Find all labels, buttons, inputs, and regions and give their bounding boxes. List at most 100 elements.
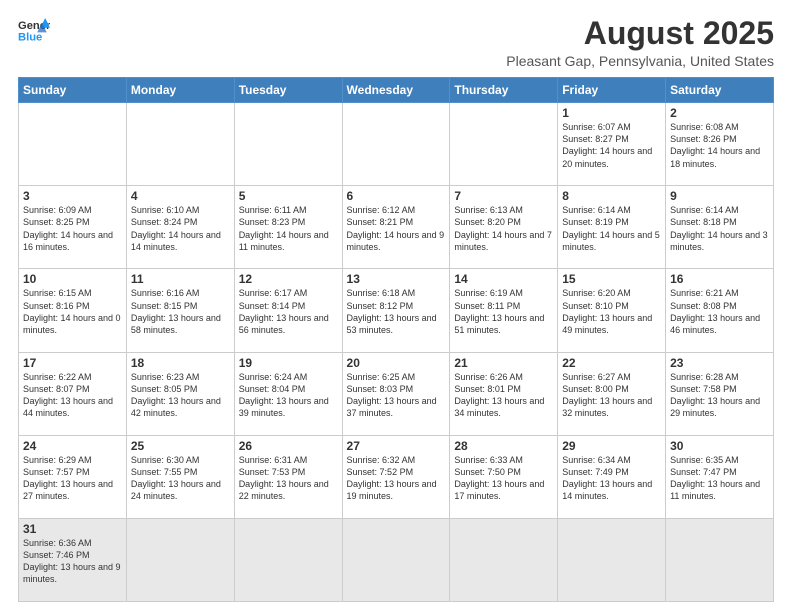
svg-text:Blue: Blue <box>18 31 42 43</box>
calendar-cell: 18Sunrise: 6:23 AM Sunset: 8:05 PM Dayli… <box>126 352 234 435</box>
day-number: 15 <box>562 272 661 286</box>
calendar-cell: 7Sunrise: 6:13 AM Sunset: 8:20 PM Daylig… <box>450 186 558 269</box>
day-number: 25 <box>131 439 230 453</box>
day-number: 14 <box>454 272 553 286</box>
day-info: Sunrise: 6:31 AM Sunset: 7:53 PM Dayligh… <box>239 454 338 503</box>
calendar-week-5: 31Sunrise: 6:36 AM Sunset: 7:46 PM Dayli… <box>19 518 774 601</box>
calendar-cell: 23Sunrise: 6:28 AM Sunset: 7:58 PM Dayli… <box>666 352 774 435</box>
day-number: 1 <box>562 106 661 120</box>
page: General Blue August 2025 Pleasant Gap, P… <box>0 0 792 612</box>
day-number: 9 <box>670 189 769 203</box>
day-number: 27 <box>347 439 446 453</box>
day-number: 24 <box>23 439 122 453</box>
subtitle: Pleasant Gap, Pennsylvania, United State… <box>506 53 774 69</box>
calendar-table: Sunday Monday Tuesday Wednesday Thursday… <box>18 77 774 602</box>
calendar-cell <box>342 103 450 186</box>
calendar-cell: 31Sunrise: 6:36 AM Sunset: 7:46 PM Dayli… <box>19 518 127 601</box>
calendar-cell <box>234 518 342 601</box>
day-info: Sunrise: 6:24 AM Sunset: 8:04 PM Dayligh… <box>239 371 338 420</box>
day-info: Sunrise: 6:21 AM Sunset: 8:08 PM Dayligh… <box>670 287 769 336</box>
day-number: 7 <box>454 189 553 203</box>
col-sunday: Sunday <box>19 78 127 103</box>
day-number: 23 <box>670 356 769 370</box>
day-number: 3 <box>23 189 122 203</box>
day-info: Sunrise: 6:33 AM Sunset: 7:50 PM Dayligh… <box>454 454 553 503</box>
calendar-cell: 9Sunrise: 6:14 AM Sunset: 8:18 PM Daylig… <box>666 186 774 269</box>
day-number: 16 <box>670 272 769 286</box>
calendar-cell: 1Sunrise: 6:07 AM Sunset: 8:27 PM Daylig… <box>558 103 666 186</box>
calendar-cell: 10Sunrise: 6:15 AM Sunset: 8:16 PM Dayli… <box>19 269 127 352</box>
calendar-cell <box>234 103 342 186</box>
calendar-cell: 16Sunrise: 6:21 AM Sunset: 8:08 PM Dayli… <box>666 269 774 352</box>
calendar-cell: 6Sunrise: 6:12 AM Sunset: 8:21 PM Daylig… <box>342 186 450 269</box>
calendar-cell: 24Sunrise: 6:29 AM Sunset: 7:57 PM Dayli… <box>19 435 127 518</box>
day-number: 5 <box>239 189 338 203</box>
calendar-cell <box>450 518 558 601</box>
calendar-cell <box>126 103 234 186</box>
day-info: Sunrise: 6:17 AM Sunset: 8:14 PM Dayligh… <box>239 287 338 336</box>
day-info: Sunrise: 6:15 AM Sunset: 8:16 PM Dayligh… <box>23 287 122 336</box>
calendar-week-2: 10Sunrise: 6:15 AM Sunset: 8:16 PM Dayli… <box>19 269 774 352</box>
day-number: 29 <box>562 439 661 453</box>
day-number: 8 <box>562 189 661 203</box>
calendar-cell: 19Sunrise: 6:24 AM Sunset: 8:04 PM Dayli… <box>234 352 342 435</box>
main-title: August 2025 <box>506 16 774 51</box>
calendar-body: 1Sunrise: 6:07 AM Sunset: 8:27 PM Daylig… <box>19 103 774 602</box>
day-number: 4 <box>131 189 230 203</box>
day-number: 10 <box>23 272 122 286</box>
day-number: 18 <box>131 356 230 370</box>
calendar-cell: 21Sunrise: 6:26 AM Sunset: 8:01 PM Dayli… <box>450 352 558 435</box>
day-info: Sunrise: 6:22 AM Sunset: 8:07 PM Dayligh… <box>23 371 122 420</box>
calendar-cell <box>19 103 127 186</box>
day-info: Sunrise: 6:14 AM Sunset: 8:19 PM Dayligh… <box>562 204 661 253</box>
logo-icon: General Blue <box>18 16 50 44</box>
calendar-cell <box>558 518 666 601</box>
calendar-header: Sunday Monday Tuesday Wednesday Thursday… <box>19 78 774 103</box>
calendar-cell: 28Sunrise: 6:33 AM Sunset: 7:50 PM Dayli… <box>450 435 558 518</box>
day-info: Sunrise: 6:25 AM Sunset: 8:03 PM Dayligh… <box>347 371 446 420</box>
calendar-cell <box>666 518 774 601</box>
calendar-cell: 25Sunrise: 6:30 AM Sunset: 7:55 PM Dayli… <box>126 435 234 518</box>
col-monday: Monday <box>126 78 234 103</box>
day-number: 31 <box>23 522 122 536</box>
day-info: Sunrise: 6:19 AM Sunset: 8:11 PM Dayligh… <box>454 287 553 336</box>
day-info: Sunrise: 6:13 AM Sunset: 8:20 PM Dayligh… <box>454 204 553 253</box>
day-info: Sunrise: 6:36 AM Sunset: 7:46 PM Dayligh… <box>23 537 122 586</box>
day-info: Sunrise: 6:08 AM Sunset: 8:26 PM Dayligh… <box>670 121 769 170</box>
calendar-cell: 30Sunrise: 6:35 AM Sunset: 7:47 PM Dayli… <box>666 435 774 518</box>
day-info: Sunrise: 6:10 AM Sunset: 8:24 PM Dayligh… <box>131 204 230 253</box>
day-number: 26 <box>239 439 338 453</box>
day-info: Sunrise: 6:18 AM Sunset: 8:12 PM Dayligh… <box>347 287 446 336</box>
calendar-cell: 13Sunrise: 6:18 AM Sunset: 8:12 PM Dayli… <box>342 269 450 352</box>
calendar-cell <box>342 518 450 601</box>
calendar-cell: 8Sunrise: 6:14 AM Sunset: 8:19 PM Daylig… <box>558 186 666 269</box>
calendar-cell: 3Sunrise: 6:09 AM Sunset: 8:25 PM Daylig… <box>19 186 127 269</box>
calendar-cell: 5Sunrise: 6:11 AM Sunset: 8:23 PM Daylig… <box>234 186 342 269</box>
day-info: Sunrise: 6:32 AM Sunset: 7:52 PM Dayligh… <box>347 454 446 503</box>
calendar-cell: 22Sunrise: 6:27 AM Sunset: 8:00 PM Dayli… <box>558 352 666 435</box>
calendar-cell <box>450 103 558 186</box>
header: General Blue August 2025 Pleasant Gap, P… <box>18 16 774 69</box>
col-tuesday: Tuesday <box>234 78 342 103</box>
day-info: Sunrise: 6:12 AM Sunset: 8:21 PM Dayligh… <box>347 204 446 253</box>
day-info: Sunrise: 6:09 AM Sunset: 8:25 PM Dayligh… <box>23 204 122 253</box>
header-row: Sunday Monday Tuesday Wednesday Thursday… <box>19 78 774 103</box>
day-info: Sunrise: 6:28 AM Sunset: 7:58 PM Dayligh… <box>670 371 769 420</box>
day-number: 2 <box>670 106 769 120</box>
calendar-cell: 4Sunrise: 6:10 AM Sunset: 8:24 PM Daylig… <box>126 186 234 269</box>
day-info: Sunrise: 6:29 AM Sunset: 7:57 PM Dayligh… <box>23 454 122 503</box>
day-info: Sunrise: 6:16 AM Sunset: 8:15 PM Dayligh… <box>131 287 230 336</box>
day-info: Sunrise: 6:11 AM Sunset: 8:23 PM Dayligh… <box>239 204 338 253</box>
day-info: Sunrise: 6:14 AM Sunset: 8:18 PM Dayligh… <box>670 204 769 253</box>
calendar-cell: 11Sunrise: 6:16 AM Sunset: 8:15 PM Dayli… <box>126 269 234 352</box>
day-number: 21 <box>454 356 553 370</box>
calendar-cell: 14Sunrise: 6:19 AM Sunset: 8:11 PM Dayli… <box>450 269 558 352</box>
calendar-week-1: 3Sunrise: 6:09 AM Sunset: 8:25 PM Daylig… <box>19 186 774 269</box>
col-wednesday: Wednesday <box>342 78 450 103</box>
col-friday: Friday <box>558 78 666 103</box>
calendar-week-3: 17Sunrise: 6:22 AM Sunset: 8:07 PM Dayli… <box>19 352 774 435</box>
day-number: 13 <box>347 272 446 286</box>
day-number: 22 <box>562 356 661 370</box>
day-info: Sunrise: 6:34 AM Sunset: 7:49 PM Dayligh… <box>562 454 661 503</box>
col-thursday: Thursday <box>450 78 558 103</box>
